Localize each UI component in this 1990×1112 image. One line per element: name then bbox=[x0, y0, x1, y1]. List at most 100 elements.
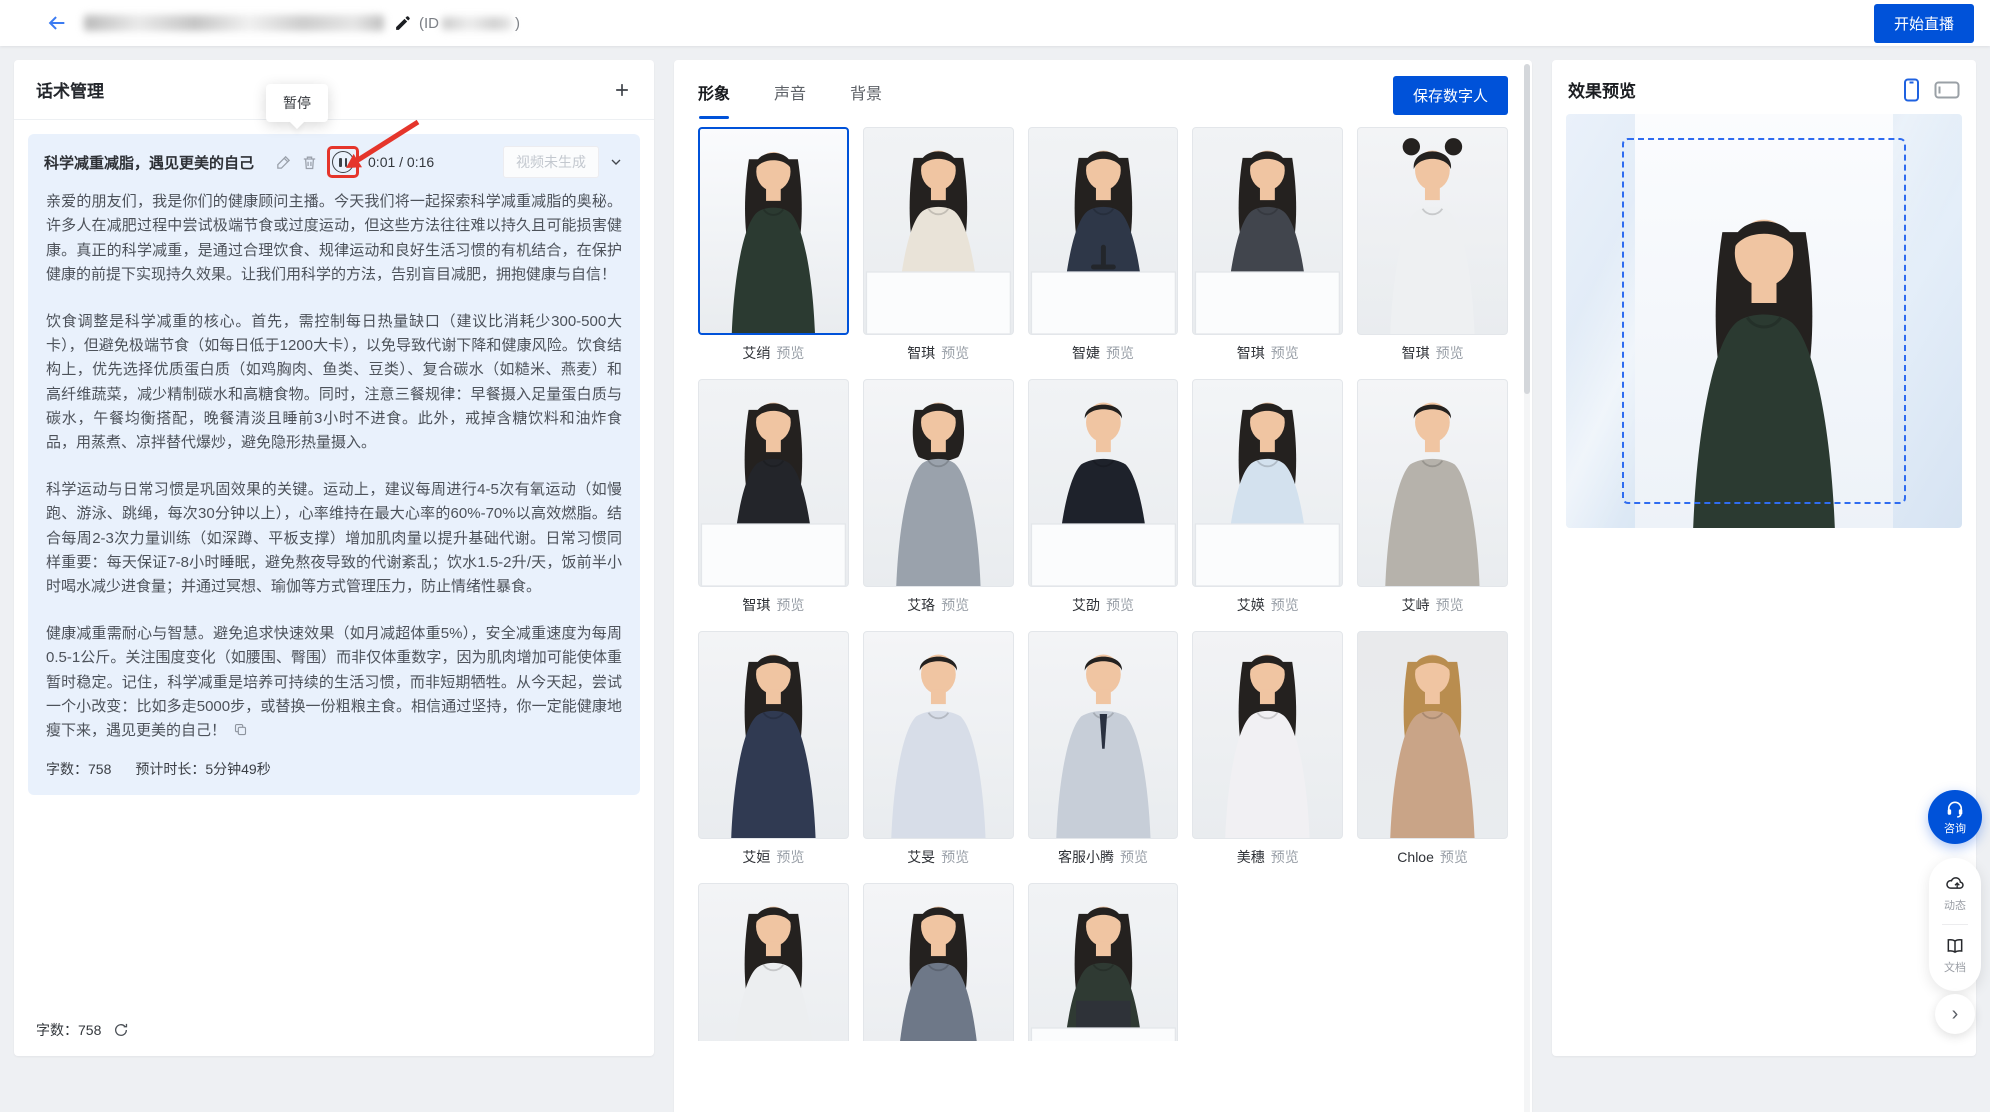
script-title: 科学减重减脂，遇见更美的自己 bbox=[44, 152, 254, 173]
avatar-label: 艾绡 预览 bbox=[698, 344, 849, 361]
avatar-image[interactable] bbox=[698, 631, 849, 839]
id-prefix: (ID bbox=[419, 15, 439, 32]
refresh-icon[interactable] bbox=[113, 1022, 129, 1038]
pause-button[interactable] bbox=[332, 151, 354, 173]
project-id: (ID ) bbox=[419, 15, 520, 32]
avatar-card-Chloe[interactable]: Chloe 预览 bbox=[1357, 631, 1508, 865]
avatar-preview-link[interactable]: 预览 bbox=[941, 847, 969, 867]
avatar-preview-link[interactable]: 预览 bbox=[1271, 595, 1299, 615]
avatar-card-智琪[interactable]: 智琪 预览 bbox=[863, 127, 1014, 361]
avatar-card-row4-17[interactable]: 预览 bbox=[863, 883, 1014, 1041]
avatar-image[interactable] bbox=[1028, 127, 1179, 335]
avatar-preview-link[interactable]: 预览 bbox=[941, 595, 969, 615]
docs-button[interactable]: 文档 bbox=[1944, 933, 1966, 978]
tab-2[interactable]: 声音 bbox=[774, 80, 806, 119]
avatar-name: 艾劭 bbox=[1072, 595, 1100, 615]
avatar-card-艾绡[interactable]: 艾绡 预览 bbox=[698, 127, 849, 361]
avatar-preview-link[interactable]: 预览 bbox=[776, 343, 804, 363]
avatar-image[interactable] bbox=[1028, 883, 1179, 1041]
chevron-right-icon: › bbox=[1952, 1003, 1959, 1026]
preview-panel: 效果预览 bbox=[1552, 60, 1976, 1056]
save-digital-human-button[interactable]: 保存数字人 bbox=[1393, 76, 1508, 115]
avatar-card-row4-18[interactable]: 预览 bbox=[1028, 883, 1179, 1041]
portrait-view-icon[interactable] bbox=[1903, 78, 1920, 102]
avatar-card-智琪[interactable]: 智琪 预览 bbox=[1357, 127, 1508, 361]
avatar-preview-link[interactable]: 预览 bbox=[1106, 343, 1134, 363]
script-paragraph: 健康减重需耐心与智慧。避免追求快速效果（如月减超体重5%），安全减重速度为每周0… bbox=[46, 622, 622, 743]
avatar-preview-link[interactable]: 预览 bbox=[1106, 595, 1134, 615]
avatar-image[interactable] bbox=[863, 379, 1014, 587]
avatar-card-艾峙[interactable]: 艾峙 预览 bbox=[1357, 379, 1508, 613]
avatar-card-智琪[interactable]: 智琪 预览 bbox=[698, 379, 849, 613]
script-panel-footer: 字数：758 bbox=[14, 1004, 654, 1056]
tab-1[interactable]: 形象 bbox=[698, 80, 730, 119]
headset-icon bbox=[1945, 799, 1965, 819]
consult-label: 咨询 bbox=[1944, 820, 1966, 836]
avatar-card-美穗[interactable]: 美穗 预览 bbox=[1192, 631, 1343, 865]
preview-crop-region[interactable] bbox=[1622, 138, 1906, 504]
avatar-image[interactable] bbox=[1192, 379, 1343, 587]
avatar-card-艾劭[interactable]: 艾劭 预览 bbox=[1028, 379, 1179, 613]
avatar-preview-link[interactable]: 预览 bbox=[776, 847, 804, 867]
avatar-image[interactable] bbox=[863, 127, 1014, 335]
avatar-image[interactable] bbox=[1192, 631, 1343, 839]
avatar-card-智婕[interactable]: 智婕 预览 bbox=[1028, 127, 1179, 361]
dynamics-button[interactable]: 动态 bbox=[1944, 871, 1966, 916]
avatar-card-艾珞[interactable]: 艾珞 预览 bbox=[863, 379, 1014, 613]
avatar-image[interactable] bbox=[698, 127, 849, 335]
avatar-preview-link[interactable]: 预览 bbox=[1436, 595, 1464, 615]
avatar-card-艾旻[interactable]: 艾旻 预览 bbox=[863, 631, 1014, 865]
delete-script-icon[interactable] bbox=[301, 154, 318, 171]
scrollbar-thumb[interactable] bbox=[1524, 64, 1530, 394]
avatar-image[interactable] bbox=[1028, 379, 1179, 587]
effect-preview-stage bbox=[1566, 114, 1962, 528]
avatar-image[interactable] bbox=[698, 379, 849, 587]
back-button[interactable] bbox=[46, 12, 68, 34]
avatar-label: 智琪 预览 bbox=[698, 596, 849, 613]
avatar-preview-link[interactable]: 预览 bbox=[1271, 847, 1299, 867]
edit-title-icon[interactable] bbox=[394, 15, 411, 32]
avatar-name: 艾姮 bbox=[742, 847, 770, 867]
avatar-card-row4-16[interactable]: 预览 bbox=[698, 883, 849, 1041]
avatar-image[interactable] bbox=[1357, 631, 1508, 839]
avatar-image[interactable] bbox=[1028, 631, 1179, 839]
script-panel-header: 话术管理 bbox=[14, 60, 654, 120]
avatar-card-智琪[interactable]: 智琪 预览 bbox=[1192, 127, 1343, 361]
landscape-view-icon[interactable] bbox=[1934, 81, 1960, 99]
script-panel-title: 话术管理 bbox=[36, 77, 104, 102]
avatar-image[interactable] bbox=[1192, 127, 1343, 335]
avatar-name: 艾峙 bbox=[1402, 595, 1430, 615]
script-paragraph: 科学运动与日常习惯是巩固效果的关键。运动上，建议每周进行4-5次有氧运动（如慢跑… bbox=[46, 478, 622, 599]
avatar-name: 美穗 bbox=[1237, 847, 1265, 867]
start-live-button[interactable]: 开始直播 bbox=[1874, 4, 1974, 43]
tab-3[interactable]: 背景 bbox=[850, 80, 882, 119]
avatar-image[interactable] bbox=[863, 883, 1014, 1041]
avatar-preview-link[interactable]: 预览 bbox=[1440, 847, 1468, 867]
avatar-card-艾姮[interactable]: 艾姮 预览 bbox=[698, 631, 849, 865]
avatar-image[interactable] bbox=[1357, 379, 1508, 587]
avatar-preview-link[interactable]: 预览 bbox=[1436, 343, 1464, 363]
avatar-image[interactable] bbox=[698, 883, 849, 1041]
add-script-button[interactable] bbox=[612, 80, 632, 100]
script-text: 亲爱的朋友们，我是你们的健康顾问主播。今天我们将一起探索科学减重减脂的奥秘。许多… bbox=[28, 184, 640, 759]
avatar-card-客服小腾[interactable]: 客服小腾 预览 bbox=[1028, 631, 1179, 865]
copy-icon[interactable] bbox=[233, 722, 248, 737]
avatar-preview-link[interactable]: 预览 bbox=[1120, 847, 1148, 867]
avatar-image[interactable] bbox=[1357, 127, 1508, 335]
avatar-label: 艾珞 预览 bbox=[863, 596, 1014, 613]
avatar-preview-link[interactable]: 预览 bbox=[776, 595, 804, 615]
top-bar: (ID ) 开始直播 bbox=[0, 0, 1990, 46]
consult-button[interactable]: 咨询 bbox=[1928, 790, 1982, 844]
collapse-panel-button[interactable]: › bbox=[1935, 994, 1975, 1034]
studio-panel: 形象 声音 背景 保存数字人 艾绡 预览 智琪 预览 智婕 预览 智琪 预览 bbox=[674, 60, 1532, 1112]
avatar-label: 智婕 预览 bbox=[1028, 344, 1179, 361]
avatar-preview-link[interactable]: 预览 bbox=[1271, 343, 1299, 363]
chevron-down-icon[interactable] bbox=[608, 154, 624, 170]
avatar-preview-link[interactable]: 预览 bbox=[941, 343, 969, 363]
scrollbar-track[interactable] bbox=[1524, 64, 1530, 1112]
avatar-card-艾媖[interactable]: 艾媖 预览 bbox=[1192, 379, 1343, 613]
pause-tooltip: 暂停 bbox=[266, 84, 328, 122]
avatar-image[interactable] bbox=[863, 631, 1014, 839]
studio-tabs: 形象 声音 背景 bbox=[698, 80, 882, 119]
edit-script-icon[interactable] bbox=[275, 154, 292, 171]
